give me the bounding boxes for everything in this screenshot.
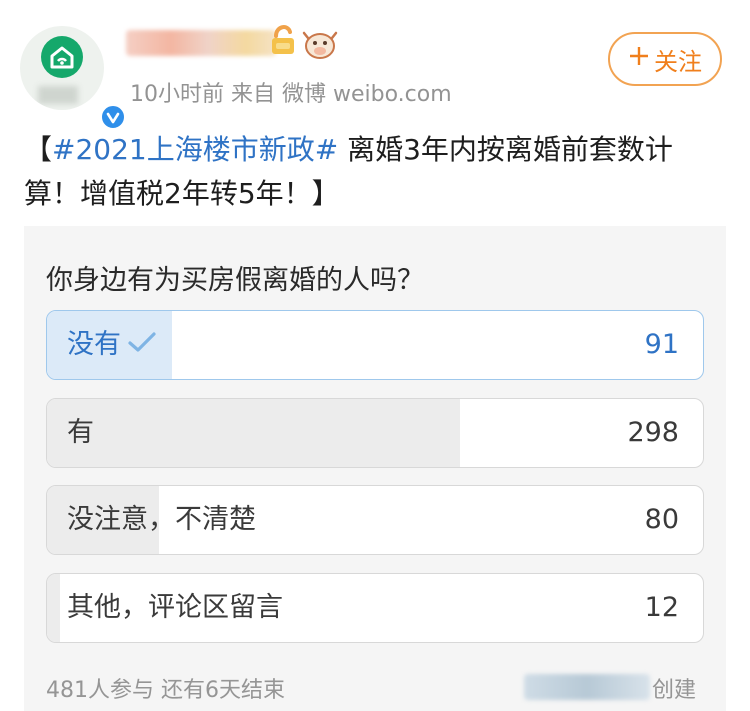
poll-option-0[interactable]: 没有 91	[46, 310, 704, 380]
poll-option-label: 没有	[67, 329, 121, 360]
verified-badge-icon	[100, 104, 126, 130]
cow-sticker-icon	[302, 30, 338, 60]
post-text: 【#2021上海楼市新政# 离婚3年内按离婚前套数计算！增值税2年转5年！】	[24, 128, 724, 216]
avatar	[20, 26, 104, 110]
poll-option-3[interactable]: 其他，评论区留言 12	[46, 573, 704, 643]
house-logo-icon	[41, 36, 83, 78]
poll-option-fill	[47, 574, 61, 642]
follow-button[interactable]: 关注	[608, 32, 722, 86]
poll-question: 你身边有为买房假离婚的人吗？	[46, 265, 424, 296]
poll-option-count: 298	[627, 417, 679, 448]
poll-creator-blurred[interactable]	[524, 674, 650, 700]
author-avatar[interactable]	[20, 26, 126, 130]
poll-option-count: 91	[644, 329, 679, 360]
hashtag-link[interactable]: #2021上海楼市新政#	[52, 133, 338, 166]
plus-icon	[628, 44, 650, 74]
post-meta: 10小时前 来自 微博 weibo.com	[130, 82, 452, 107]
follow-label: 关注	[654, 47, 702, 76]
member-badge-icon	[270, 22, 296, 58]
author-name-blurred[interactable]	[126, 30, 276, 56]
post-bracket-open: 【	[24, 133, 53, 166]
poll-option-count: 80	[644, 504, 679, 535]
checkmark-icon	[127, 312, 157, 380]
poll-option-label: 其他，评论区留言	[67, 592, 283, 623]
poll-card: 你身边有为买房假离婚的人吗？ 没有 91 有 298 没注意，不清楚 80 其他…	[24, 226, 726, 711]
poll-footer: 481人参与 还有6天结束	[46, 678, 285, 703]
poll-option-2[interactable]: 没注意，不清楚 80	[46, 485, 704, 555]
poll-option-1[interactable]: 有 298	[46, 398, 704, 468]
poll-option-fill	[47, 399, 461, 467]
poll-option-count: 12	[644, 592, 679, 623]
avatar-caption-blurred	[38, 86, 78, 104]
poll-option-label: 没注意，不清楚	[67, 504, 256, 535]
poll-option-label: 有	[67, 417, 94, 448]
poll-creator-label: 创建	[652, 678, 697, 703]
